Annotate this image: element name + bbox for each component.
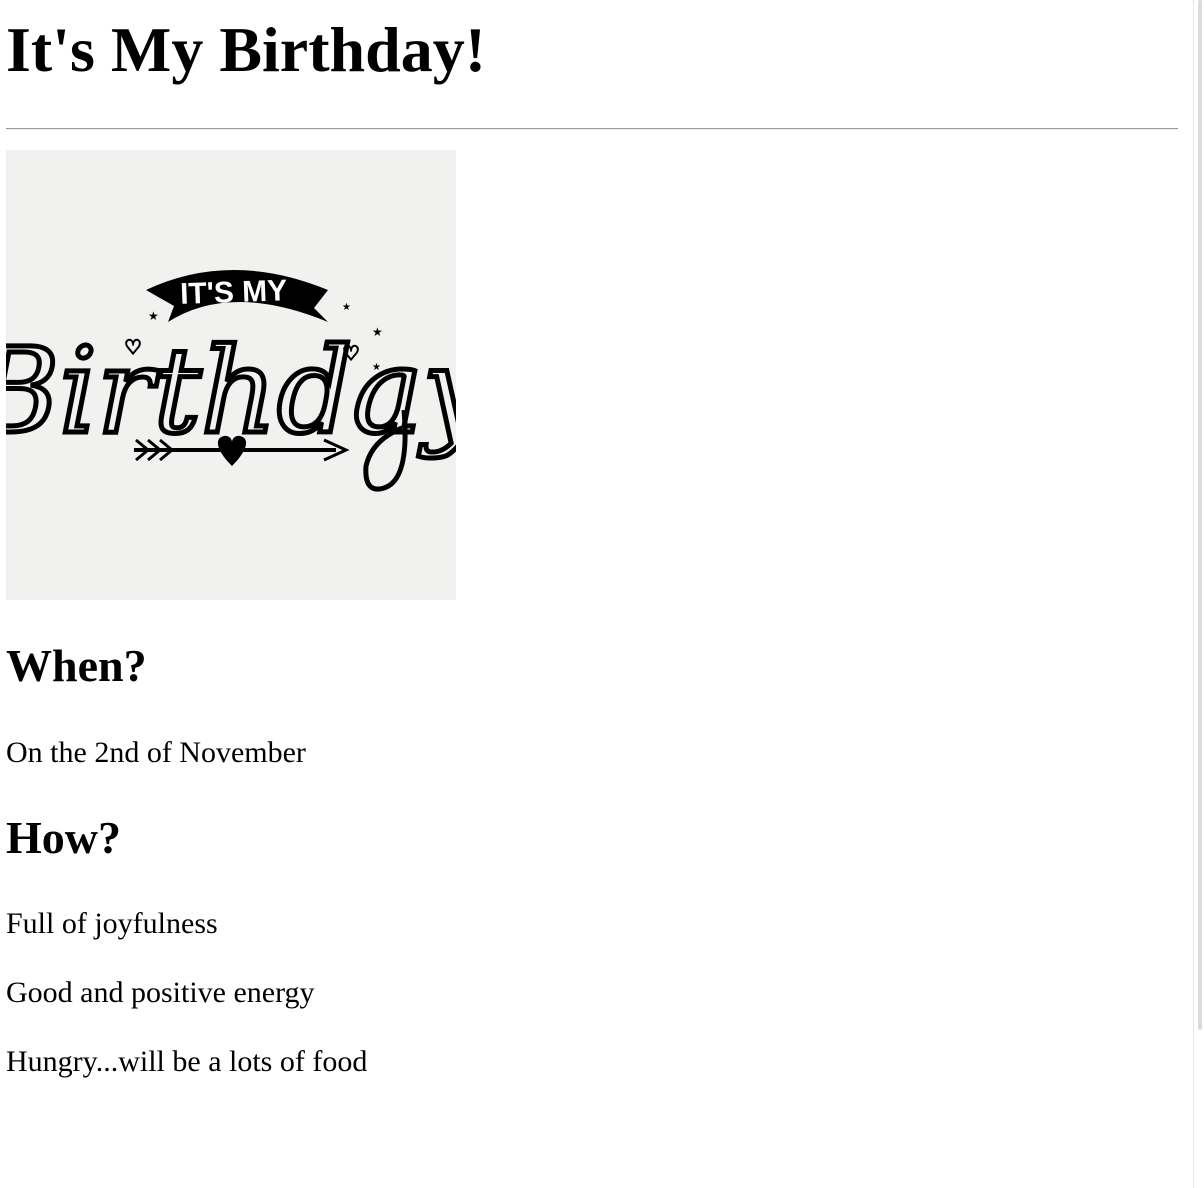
star-icon: ★: [342, 302, 351, 313]
star-icon: ★: [148, 309, 159, 323]
banner-text: IT'S MY: [180, 274, 288, 311]
horizontal-rule: [6, 128, 1178, 130]
birthday-image: IT'S MY ★ ★ ★ ★ ♡ ♡ Birthday: [6, 150, 456, 600]
section-heading-how: How?: [6, 812, 121, 863]
how-item-food: Hungry...will be a lots of food: [6, 1045, 368, 1078]
section-heading-when: When?: [6, 640, 147, 691]
how-item-energy: Good and positive energy: [6, 976, 315, 1009]
scrollbar-thumb[interactable]: [1198, 0, 1202, 1030]
birthday-artwork: IT'S MY ★ ★ ★ ★ ♡ ♡ Birthday: [6, 270, 456, 492]
how-item-joyfulness: Full of joyfulness: [6, 907, 218, 940]
vertical-scrollbar[interactable]: [1193, 0, 1204, 1188]
when-text: On the 2nd of November: [6, 736, 306, 769]
page-title: It's My Birthday!: [6, 14, 486, 85]
